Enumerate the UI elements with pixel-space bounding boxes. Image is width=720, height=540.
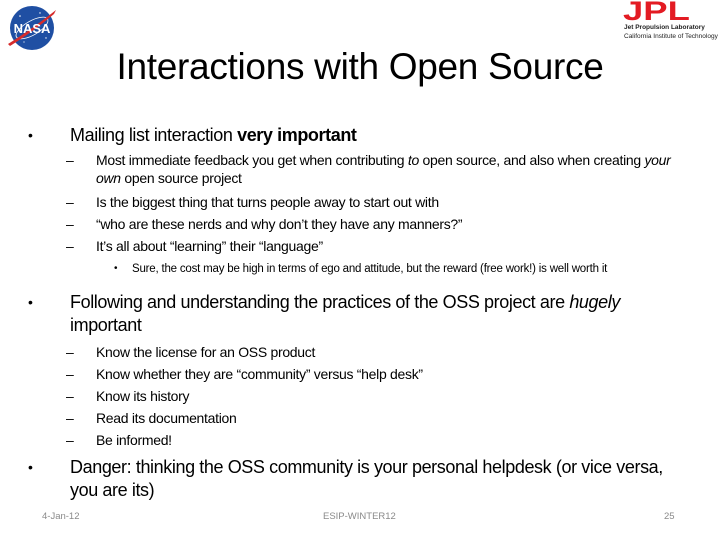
sub-bullet-text: Read its documentation: [96, 410, 237, 426]
dash-icon: –: [66, 216, 74, 232]
sub-bullet-text-italic: to: [407, 152, 419, 168]
sub-bullet: – It’s all about “learning” their “langu…: [26, 235, 676, 257]
dash-icon: –: [66, 152, 74, 168]
bullet-icon: •: [28, 294, 33, 310]
dash-icon: –: [66, 344, 74, 360]
jpl-logo-mark: JPL: [623, 0, 690, 26]
footer-event: ESIP-WINTER12: [323, 511, 396, 522]
bullet-icon: •: [28, 127, 33, 143]
jpl-logo-line1: Jet Propulsion Laboratory: [624, 24, 705, 31]
sub-bullet-text: Most immediate feedback you get when con…: [96, 152, 408, 168]
sub-bullet: – Be informed!: [26, 429, 676, 451]
bullet-danger: • Danger: thinking the OSS community is …: [26, 456, 676, 502]
dash-icon: –: [66, 410, 74, 426]
bullet-text: Following and understanding the practice…: [70, 292, 570, 312]
sub-bullet: – Know its history: [26, 385, 676, 407]
bullet-text: Danger: thinking the OSS community is yo…: [70, 457, 663, 500]
sub-bullet-text: Know its history: [96, 388, 190, 404]
bullet-icon: •: [28, 459, 33, 475]
slide-title: Interactions with Open Source: [0, 40, 720, 94]
bullet-mailing-list: • Mailing list interaction very importan…: [26, 124, 676, 147]
bullet-text-bold: very important: [237, 125, 357, 145]
sub-bullet-text: open source project: [120, 170, 242, 186]
slide-body: • Mailing list interaction very importan…: [26, 124, 676, 502]
sub-bullet-text: Is the biggest thing that turns people a…: [96, 194, 439, 210]
sub-bullet: – Most immediate feedback you get when c…: [26, 151, 676, 187]
bullet-icon: •: [114, 263, 118, 274]
dash-icon: –: [66, 432, 74, 448]
slide: NASA JPL Jet Propulsion Laboratory Calif…: [0, 0, 720, 540]
sub-bullet-text: Know whether they are “community” versus…: [96, 366, 423, 382]
sub-bullet: – Is the biggest thing that turns people…: [26, 191, 676, 213]
slide-title-text: Interactions with Open Source: [116, 46, 604, 87]
sub-bullet-text: Be informed!: [96, 432, 172, 448]
sub-bullet: – “who are these nerds and why don’t the…: [26, 213, 676, 235]
dash-icon: –: [66, 238, 74, 254]
sub-bullet: – Know whether they are “community” vers…: [26, 363, 676, 385]
sub-bullet-text: “who are these nerds and why don’t they …: [96, 216, 463, 232]
sub-sub-bullet-text: Sure, the cost may be high in terms of e…: [132, 263, 608, 275]
dash-icon: –: [66, 194, 74, 210]
jpl-logo-line2: California Institute of Technology: [624, 33, 718, 40]
bullet-practices: • Following and understanding the practi…: [26, 291, 676, 337]
dash-icon: –: [66, 388, 74, 404]
bullet-text-italic: hugely: [569, 292, 620, 312]
bullet-text: important: [70, 315, 142, 335]
sub-bullet-text: Know the license for an OSS product: [96, 344, 316, 360]
svg-text:NASA: NASA: [14, 21, 51, 36]
dash-icon: –: [66, 366, 74, 382]
page-number: 25: [664, 511, 675, 522]
sub-sub-bullet: • Sure, the cost may be high in terms of…: [26, 261, 676, 277]
sub-bullet: – Read its documentation: [26, 407, 676, 429]
sub-bullet-text: It’s all about “learning” their “languag…: [96, 238, 323, 254]
sub-bullet-text: open source, and also when creating: [418, 152, 645, 168]
footer-date: 4-Jan-12: [42, 511, 80, 522]
sub-bullet: – Know the license for an OSS product: [26, 341, 676, 363]
bullet-text: Mailing list interaction: [70, 125, 238, 145]
